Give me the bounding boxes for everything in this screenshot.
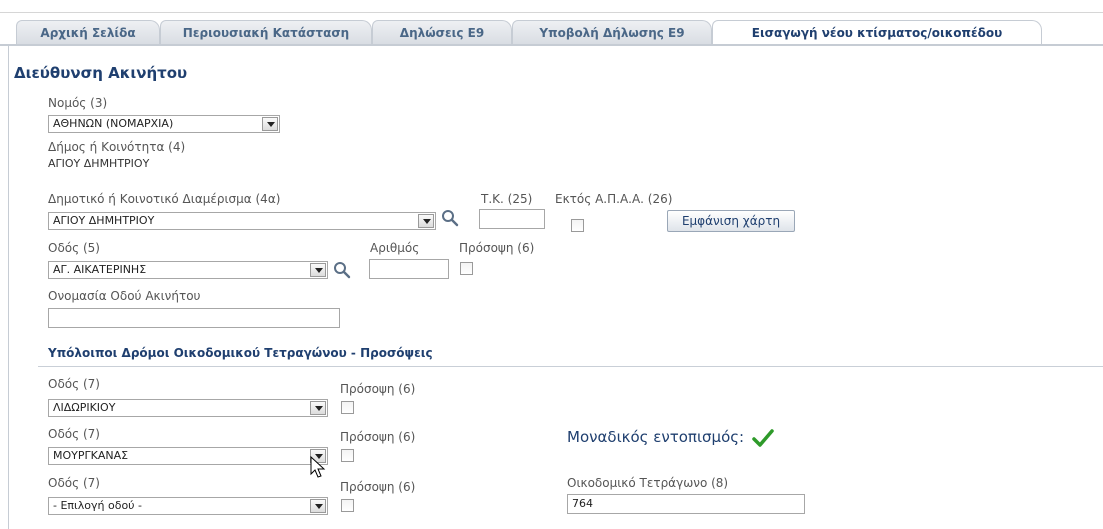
other-street-prosopsi-checkbox[interactable] [341,401,354,414]
other-streets-title: Υπόλοιποι Δρόμοι Οικοδομικού Τετραγώνου … [48,346,433,360]
chevron-down-icon[interactable] [310,499,326,513]
ektos-checkbox[interactable] [571,219,584,232]
nomos-value: ΑΘΗΝΩΝ (ΝΟΜΑΡΧΙΑ) [53,117,174,130]
section-divider [38,366,1103,367]
diamerisma-select[interactable]: ΑΓΙΟΥ ΔΗΜΗΤΡΙΟΥ [48,212,436,230]
tab-home[interactable]: Αρχική Σελίδα [16,20,160,44]
other-street-prosopsi-checkbox[interactable] [341,499,354,512]
prosopsi-checkbox[interactable] [460,262,473,275]
block-label: Οικοδομικό Τετράγωνο (8) [567,476,729,490]
tab-submit-e9[interactable]: Υποβολή Δήλωσης Ε9 [512,20,712,44]
top-divider [0,12,1103,13]
other-street-prosopsi-label: Πρόσοψη (6) [340,382,416,396]
other-street-prosopsi-label: Πρόσοψη (6) [340,430,416,444]
other-street-value: ΛΙΔΩΡΙΚΙΟΥ [53,401,116,414]
other-street-prosopsi-label: Πρόσοψη (6) [340,480,416,494]
search-icon[interactable] [441,209,459,227]
dimos-label: Δήμος ή Κοινότητα (4) [48,140,186,154]
odos-select[interactable]: ΑΓ. ΑΙΚΑΤΕΡΙΝΗΣ [48,261,328,279]
search-icon[interactable] [333,261,351,279]
nomos-select[interactable]: ΑΘΗΝΩΝ (ΝΟΜΑΡΧΙΑ) [48,115,280,133]
checkmark-icon [752,429,774,447]
show-map-button[interactable]: Εμφάνιση χάρτη [667,210,795,232]
chevron-down-icon[interactable] [310,263,326,277]
other-street-select[interactable]: ΜΟΥΡΓΚΑΝΑΣ [48,447,328,465]
tab-new-property[interactable]: Εισαγωγή νέου κτίσματος/οικοπέδου [712,20,1042,46]
arithmos-input[interactable] [369,259,449,279]
prosopsi-label: Πρόσοψη (6) [459,241,535,255]
mouse-pointer-icon [310,456,326,478]
dimos-value: ΑΓΙΟΥ ΔΗΜΗΤΡΙΟΥ [48,157,150,170]
tab-e9-declarations[interactable]: Δηλώσεις Ε9 [372,20,512,44]
diamerisma-value: ΑΓΙΟΥ ΔΗΜΗΤΡΙΟΥ [53,214,155,227]
other-street-select[interactable]: ΛΙΔΩΡΙΚΙΟΥ [48,399,328,417]
onomasia-label: Ονομασία Οδού Ακινήτου [48,289,201,303]
tab-property-status[interactable]: Περιουσιακή Κατάσταση [160,20,372,44]
chevron-down-icon[interactable] [310,401,326,415]
section-title: Διεύθυνση Ακινήτου [14,64,188,82]
arithmos-label: Αριθμός [370,241,420,255]
other-street-value: - Επιλογή οδού - [53,499,142,512]
other-street-label: Οδός (7) [48,377,100,391]
tk-input[interactable] [479,209,545,229]
chevron-down-icon[interactable] [418,214,434,228]
odos-label: Οδός (5) [48,241,100,255]
odos-value: ΑΓ. ΑΙΚΑΤΕΡΙΝΗΣ [53,263,147,276]
other-street-label: Οδός (7) [48,427,100,441]
onomasia-input[interactable] [48,308,340,328]
other-street-value: ΜΟΥΡΓΚΑΝΑΣ [53,449,129,462]
unique-location-label: Μοναδικός εντοπισμός: [567,428,745,446]
block-input[interactable]: 764 [567,494,805,514]
other-street-label: Οδός (7) [48,476,100,490]
tk-label: Τ.Κ. (25) [481,192,533,206]
chevron-down-icon[interactable] [262,117,278,131]
other-street-select[interactable]: - Επιλογή οδού - [48,497,328,515]
other-street-prosopsi-checkbox[interactable] [341,449,354,462]
nomos-label: Νομός (3) [48,96,108,110]
ektos-label: Εκτός Α.Π.Α.Α. (26) [555,192,673,206]
diamerisma-label: Δημοτικό ή Κοινοτικό Διαμέρισμα (4α) [48,192,281,206]
